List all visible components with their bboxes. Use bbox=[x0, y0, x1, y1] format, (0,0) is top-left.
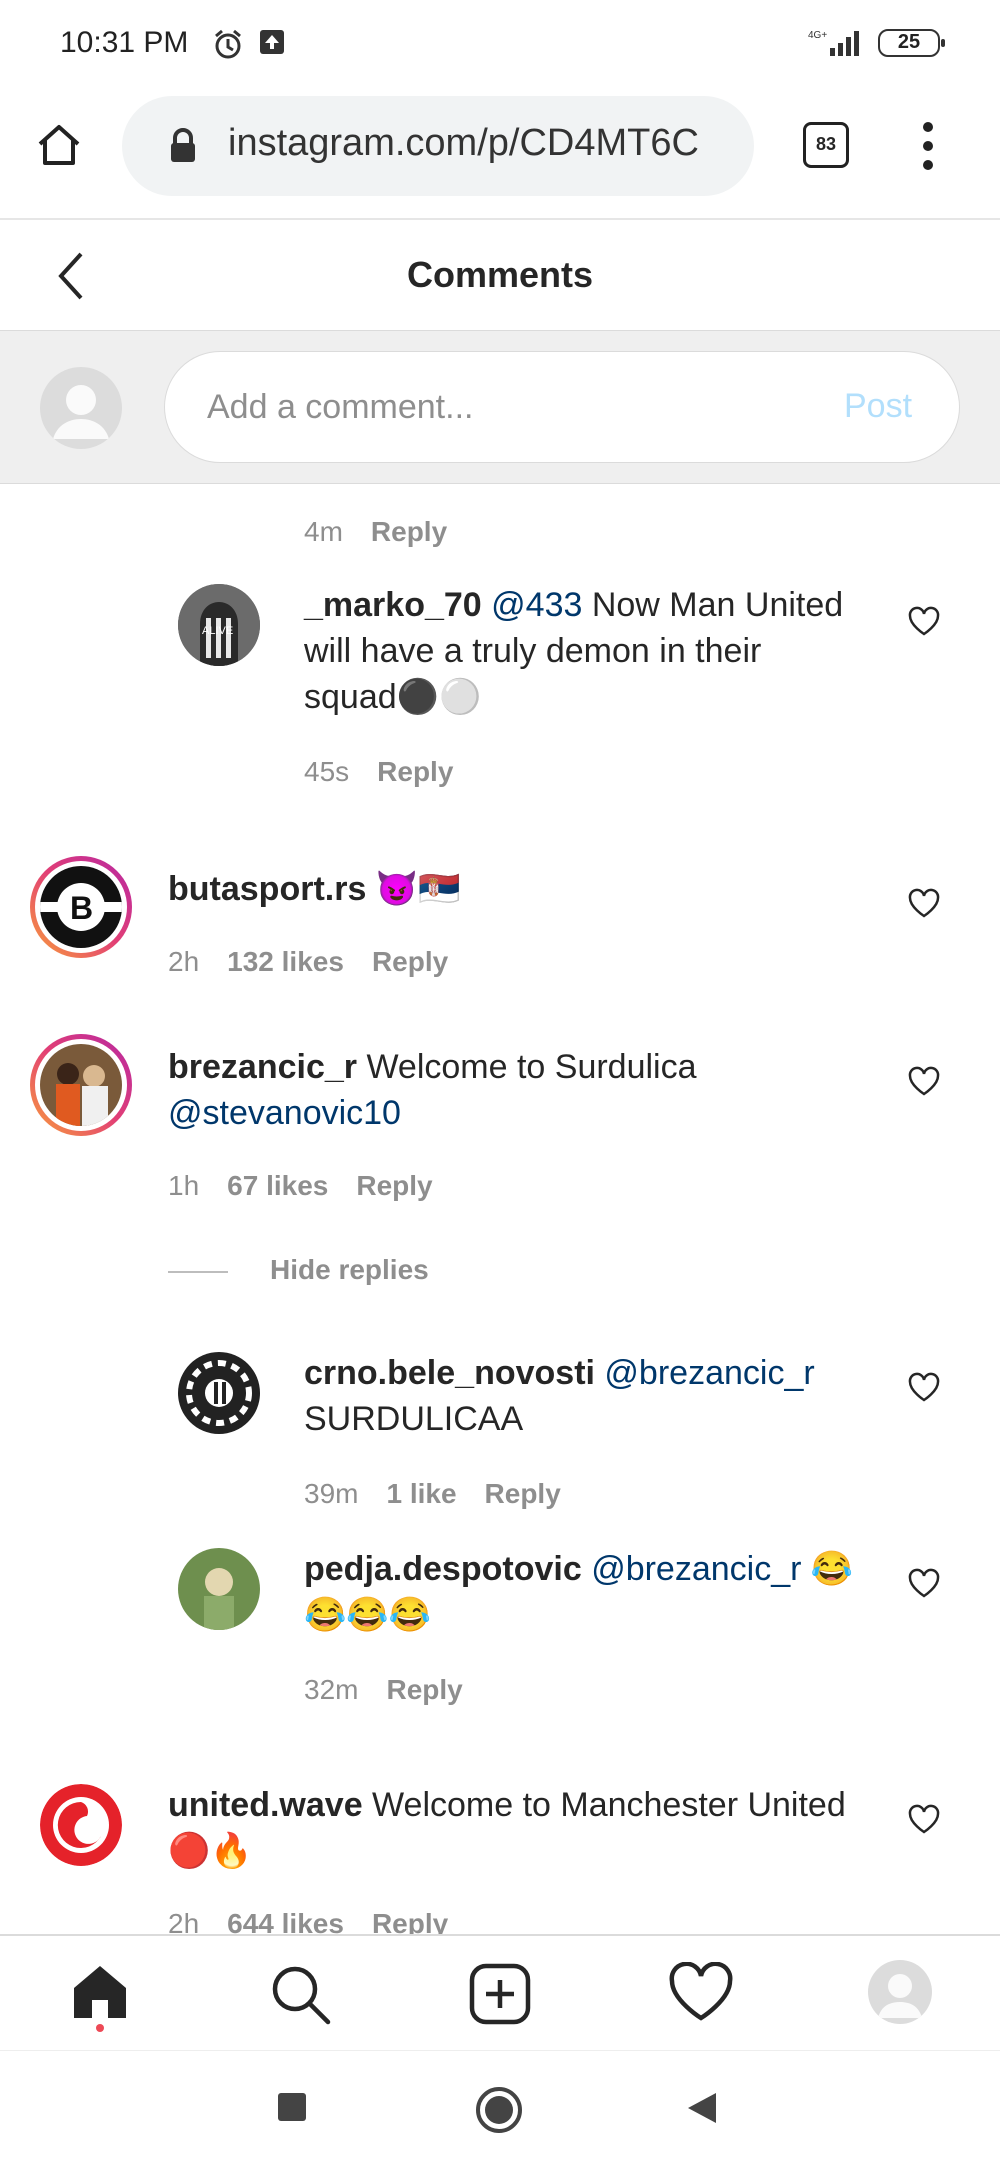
comment-username[interactable]: brezancic_r bbox=[168, 1048, 357, 1086]
svg-text:B: B bbox=[70, 890, 93, 926]
comment-username[interactable]: crno.bele_novosti bbox=[304, 1354, 595, 1392]
status-bar: 10:31 PM 4G+ 25 bbox=[0, 0, 1000, 92]
heart-icon[interactable] bbox=[907, 888, 941, 918]
comment-meta: 2h 132 likes Reply bbox=[168, 946, 476, 978]
search-icon[interactable] bbox=[268, 1962, 332, 2026]
comment-text: butasport.rs 😈🇷🇸 bbox=[168, 866, 868, 912]
comment-text: _marko_70 @433 Now Man United will have … bbox=[304, 582, 864, 720]
emoji: 🔴🔥 bbox=[168, 1832, 253, 1870]
heart-icon[interactable] bbox=[907, 606, 941, 636]
comments-header: Comments bbox=[0, 222, 1000, 330]
bottom-navigation bbox=[0, 1934, 1000, 2050]
status-time: 10:31 PM bbox=[60, 26, 189, 59]
emoji: ⚫⚪ bbox=[396, 678, 482, 716]
comment-time: 2h bbox=[168, 1908, 200, 1934]
reply-button[interactable]: Reply bbox=[356, 1170, 432, 1201]
back-triangle-icon[interactable] bbox=[686, 2091, 718, 2125]
battery-indicator: 25 bbox=[878, 29, 945, 57]
url-text: instagram.com/p/CD4MT6C bbox=[228, 122, 699, 164]
avatar[interactable]: ALIVE bbox=[178, 584, 260, 666]
comment-meta: 1h 67 likes Reply bbox=[168, 1170, 461, 1202]
mention-link[interactable]: @433 bbox=[491, 586, 582, 624]
comment-body bbox=[366, 870, 375, 908]
heart-icon[interactable] bbox=[907, 1066, 941, 1096]
reply-button[interactable]: Reply bbox=[372, 946, 448, 977]
tabs-button[interactable]: 83 bbox=[803, 122, 849, 168]
lock-icon bbox=[171, 128, 195, 162]
browser-toolbar: instagram.com/p/CD4MT6C 83 bbox=[0, 92, 1000, 220]
comment-meta: 45s Reply bbox=[304, 756, 481, 788]
signal-icon: 4G+ bbox=[808, 30, 859, 56]
comment-meta: 2h 644 likes Reply bbox=[168, 1908, 476, 1934]
comment-meta: 39m 1 like Reply bbox=[304, 1478, 589, 1510]
heart-icon[interactable] bbox=[668, 1962, 734, 2022]
avatar[interactable] bbox=[40, 1784, 122, 1866]
comment-username[interactable]: pedja.despotovic bbox=[304, 1550, 582, 1588]
page-title: Comments bbox=[406, 254, 594, 295]
address-bar[interactable]: instagram.com/p/CD4MT6C bbox=[122, 96, 754, 196]
comment-composer: Post bbox=[0, 330, 1000, 484]
status-icons bbox=[212, 28, 286, 60]
reply-button[interactable]: Reply bbox=[371, 516, 447, 547]
likes-count[interactable]: 132 likes bbox=[227, 946, 344, 977]
avatar[interactable] bbox=[178, 1352, 260, 1434]
likes-count[interactable]: 644 likes bbox=[227, 1908, 344, 1934]
reply-button[interactable]: Reply bbox=[377, 756, 453, 787]
comment-time: 4m bbox=[304, 516, 343, 547]
hide-replies-label: Hide replies bbox=[270, 1254, 429, 1285]
comment-meta: 4m Reply bbox=[304, 516, 475, 548]
comment-time: 39m bbox=[304, 1478, 359, 1509]
hide-replies-button[interactable]: Hide replies bbox=[168, 1254, 429, 1286]
comment-time: 32m bbox=[304, 1674, 359, 1705]
avatar[interactable] bbox=[30, 1034, 132, 1136]
mention-link[interactable]: @brezancic_r bbox=[604, 1354, 814, 1392]
mention-link[interactable]: @stevanovic10 bbox=[168, 1094, 401, 1132]
reply-button[interactable]: Reply bbox=[485, 1478, 561, 1509]
comment-time: 1h bbox=[168, 1170, 200, 1201]
comment-text: crno.bele_novosti @brezancic_r SURDULICA… bbox=[304, 1350, 864, 1442]
post-button[interactable]: Post bbox=[844, 387, 912, 426]
emoji: 😈🇷🇸 bbox=[375, 870, 461, 908]
comment-time: 2h bbox=[168, 946, 200, 977]
reply-button[interactable]: Reply bbox=[372, 1908, 448, 1934]
heart-icon[interactable] bbox=[907, 1804, 941, 1834]
heart-icon[interactable] bbox=[907, 1568, 941, 1598]
alarm-icon bbox=[215, 29, 241, 59]
comment-username[interactable]: united.wave bbox=[168, 1786, 363, 1824]
comment-username[interactable]: butasport.rs bbox=[168, 870, 366, 908]
comment-body: Welcome to Manchester United bbox=[362, 1786, 846, 1824]
heart-icon[interactable] bbox=[907, 1372, 941, 1402]
comment-text: brezancic_r Welcome to Surdulica @stevan… bbox=[168, 1044, 868, 1136]
reply-button[interactable]: Reply bbox=[386, 1674, 462, 1705]
comment-input[interactable] bbox=[164, 351, 960, 463]
comments-list: 4m Reply ALIVE _marko_70 @433 Now Man Uni… bbox=[0, 484, 1000, 1934]
system-navigation bbox=[0, 2050, 1000, 2168]
comment-time: 45s bbox=[304, 756, 350, 787]
comment-meta: 32m Reply bbox=[304, 1674, 491, 1706]
comment-body: Welcome to Surdulica bbox=[357, 1048, 697, 1086]
likes-count[interactable]: 1 like bbox=[386, 1478, 456, 1509]
avatar[interactable] bbox=[178, 1548, 260, 1630]
svg-text:ALIVE: ALIVE bbox=[202, 625, 233, 637]
upload-icon bbox=[260, 30, 284, 54]
home-circle-icon[interactable] bbox=[474, 2085, 524, 2135]
avatar bbox=[40, 367, 122, 449]
comment-text: pedja.despotovic @brezancic_r 😂 😂😂😂 bbox=[304, 1546, 884, 1638]
recents-icon[interactable] bbox=[276, 2091, 308, 2123]
home-icon[interactable] bbox=[70, 1962, 130, 2032]
comment-text: united.wave Welcome to Manchester United… bbox=[168, 1782, 888, 1874]
avatar[interactable]: B bbox=[30, 856, 132, 958]
comment-username[interactable]: _marko_70 bbox=[304, 586, 482, 624]
likes-count[interactable]: 67 likes bbox=[227, 1170, 328, 1201]
home-icon[interactable] bbox=[34, 120, 84, 170]
profile-avatar[interactable] bbox=[868, 1960, 932, 2024]
new-post-icon[interactable] bbox=[468, 1962, 532, 2026]
comment-body: SURDULICAA bbox=[304, 1400, 524, 1438]
svg-text:4G+: 4G+ bbox=[808, 30, 827, 41]
mention-link[interactable]: @brezancic_r bbox=[591, 1550, 801, 1588]
more-options-icon[interactable] bbox=[918, 118, 938, 174]
divider bbox=[168, 1270, 228, 1273]
